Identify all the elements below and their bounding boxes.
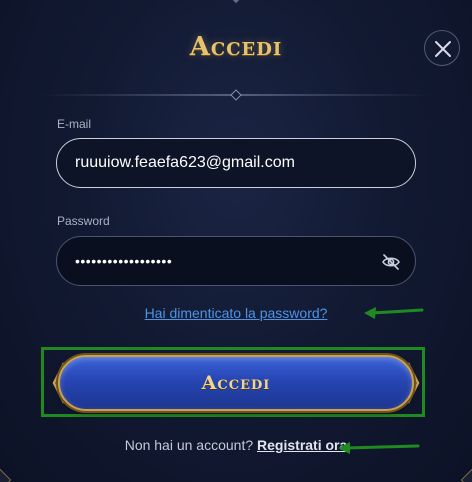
- forgot-password-link[interactable]: Hai dimenticato la password?: [145, 305, 328, 321]
- annotation-arrow-forgot: [364, 307, 424, 319]
- password-value: ••••••••••••••••••: [75, 253, 173, 269]
- email-value: ruuuiow.feaefa623@gmail.com: [75, 154, 295, 171]
- register-prompt: Non hai un account?: [124, 437, 254, 453]
- bottom-left-ornament: [0, 468, 12, 482]
- submit-button-label: Accedi: [201, 372, 271, 394]
- annotation-arrow-register: [338, 442, 420, 454]
- divider-ornament: [230, 89, 242, 101]
- submit-login-button[interactable]: Accedi: [58, 355, 414, 411]
- password-field[interactable]: ••••••••••••••••••: [56, 236, 416, 286]
- close-button[interactable]: [424, 30, 460, 66]
- email-label: E-mail: [57, 117, 92, 131]
- email-field[interactable]: ruuuiow.feaefa623@gmail.com: [56, 138, 416, 188]
- register-link[interactable]: Registrati ora: [257, 437, 347, 453]
- password-label: Password: [57, 214, 110, 228]
- bottom-right-ornament: [460, 468, 472, 482]
- eye-off-icon[interactable]: [381, 252, 401, 272]
- top-ornament: ◆: [226, 0, 246, 5]
- dialog-title: Accedi: [189, 32, 283, 62]
- close-icon: [435, 41, 451, 57]
